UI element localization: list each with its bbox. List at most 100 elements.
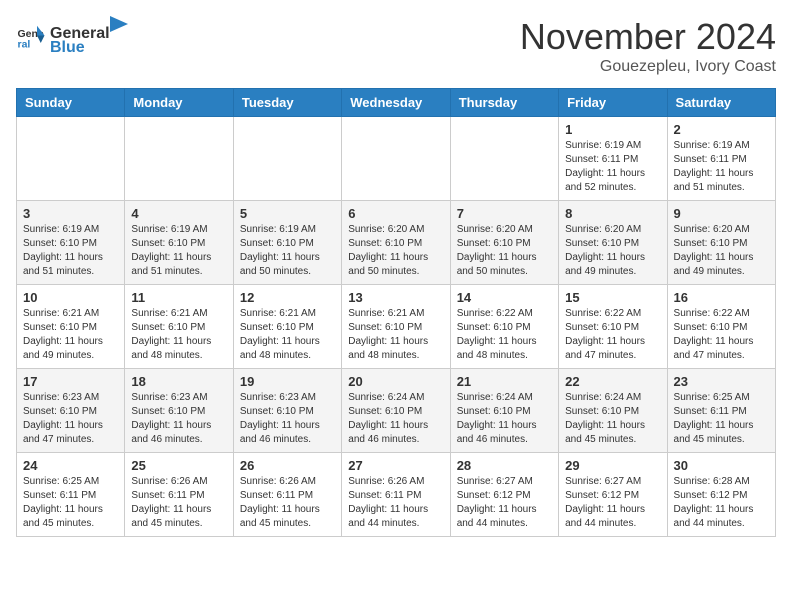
- day-number: 5: [240, 206, 335, 221]
- day-number: 3: [23, 206, 118, 221]
- day-info: Sunrise: 6:25 AM Sunset: 6:11 PM Dayligh…: [674, 391, 769, 447]
- day-info: Sunrise: 6:22 AM Sunset: 6:10 PM Dayligh…: [674, 307, 769, 363]
- calendar-table: SundayMondayTuesdayWednesdayThursdayFrid…: [16, 88, 776, 537]
- day-number: 30: [674, 458, 769, 473]
- calendar-cell: [233, 117, 341, 201]
- calendar-header-row: SundayMondayTuesdayWednesdayThursdayFrid…: [17, 89, 776, 117]
- day-number: 24: [23, 458, 118, 473]
- day-number: 18: [131, 374, 226, 389]
- day-number: 14: [457, 290, 552, 305]
- day-number: 25: [131, 458, 226, 473]
- calendar-cell: 11 Sunrise: 6:21 AM Sunset: 6:10 PM Dayl…: [125, 285, 233, 369]
- day-number: 8: [565, 206, 660, 221]
- calendar-cell: 5 Sunrise: 6:19 AM Sunset: 6:10 PM Dayli…: [233, 201, 341, 285]
- day-number: 29: [565, 458, 660, 473]
- calendar-cell: 26 Sunrise: 6:26 AM Sunset: 6:11 PM Dayl…: [233, 453, 341, 537]
- calendar-cell: 13 Sunrise: 6:21 AM Sunset: 6:10 PM Dayl…: [342, 285, 450, 369]
- day-info: Sunrise: 6:19 AM Sunset: 6:11 PM Dayligh…: [565, 139, 660, 195]
- day-info: Sunrise: 6:19 AM Sunset: 6:11 PM Dayligh…: [674, 139, 769, 195]
- day-info: Sunrise: 6:20 AM Sunset: 6:10 PM Dayligh…: [348, 223, 443, 279]
- day-info: Sunrise: 6:24 AM Sunset: 6:10 PM Dayligh…: [565, 391, 660, 447]
- day-info: Sunrise: 6:24 AM Sunset: 6:10 PM Dayligh…: [348, 391, 443, 447]
- weekday-header-tuesday: Tuesday: [233, 89, 341, 117]
- day-info: Sunrise: 6:20 AM Sunset: 6:10 PM Dayligh…: [565, 223, 660, 279]
- calendar-cell: 14 Sunrise: 6:22 AM Sunset: 6:10 PM Dayl…: [450, 285, 558, 369]
- day-info: Sunrise: 6:21 AM Sunset: 6:10 PM Dayligh…: [131, 307, 226, 363]
- weekday-header-friday: Friday: [559, 89, 667, 117]
- weekday-header-sunday: Sunday: [17, 89, 125, 117]
- calendar-cell: 25 Sunrise: 6:26 AM Sunset: 6:11 PM Dayl…: [125, 453, 233, 537]
- calendar-cell: 24 Sunrise: 6:25 AM Sunset: 6:11 PM Dayl…: [17, 453, 125, 537]
- day-number: 17: [23, 374, 118, 389]
- day-info: Sunrise: 6:22 AM Sunset: 6:10 PM Dayligh…: [457, 307, 552, 363]
- calendar-cell: 9 Sunrise: 6:20 AM Sunset: 6:10 PM Dayli…: [667, 201, 775, 285]
- day-number: 13: [348, 290, 443, 305]
- calendar-cell: 15 Sunrise: 6:22 AM Sunset: 6:10 PM Dayl…: [559, 285, 667, 369]
- calendar-cell: 2 Sunrise: 6:19 AM Sunset: 6:11 PM Dayli…: [667, 117, 775, 201]
- day-number: 7: [457, 206, 552, 221]
- day-number: 21: [457, 374, 552, 389]
- day-number: 2: [674, 122, 769, 137]
- day-number: 1: [565, 122, 660, 137]
- svg-text:ral: ral: [18, 38, 31, 50]
- calendar-cell: 23 Sunrise: 6:25 AM Sunset: 6:11 PM Dayl…: [667, 369, 775, 453]
- day-number: 28: [457, 458, 552, 473]
- day-info: Sunrise: 6:19 AM Sunset: 6:10 PM Dayligh…: [131, 223, 226, 279]
- calendar-week-row: 1 Sunrise: 6:19 AM Sunset: 6:11 PM Dayli…: [17, 117, 776, 201]
- day-info: Sunrise: 6:27 AM Sunset: 6:12 PM Dayligh…: [457, 475, 552, 531]
- calendar-cell: 4 Sunrise: 6:19 AM Sunset: 6:10 PM Dayli…: [125, 201, 233, 285]
- calendar-cell: 12 Sunrise: 6:21 AM Sunset: 6:10 PM Dayl…: [233, 285, 341, 369]
- calendar-cell: 28 Sunrise: 6:27 AM Sunset: 6:12 PM Dayl…: [450, 453, 558, 537]
- page-header: Gene ral General Blue November 2024 Goue…: [16, 16, 776, 76]
- day-info: Sunrise: 6:23 AM Sunset: 6:10 PM Dayligh…: [131, 391, 226, 447]
- day-number: 11: [131, 290, 226, 305]
- day-number: 6: [348, 206, 443, 221]
- day-number: 16: [674, 290, 769, 305]
- calendar-cell: 18 Sunrise: 6:23 AM Sunset: 6:10 PM Dayl…: [125, 369, 233, 453]
- weekday-header-saturday: Saturday: [667, 89, 775, 117]
- calendar-week-row: 17 Sunrise: 6:23 AM Sunset: 6:10 PM Dayl…: [17, 369, 776, 453]
- calendar-week-row: 3 Sunrise: 6:19 AM Sunset: 6:10 PM Dayli…: [17, 201, 776, 285]
- calendar-cell: 6 Sunrise: 6:20 AM Sunset: 6:10 PM Dayli…: [342, 201, 450, 285]
- weekday-header-wednesday: Wednesday: [342, 89, 450, 117]
- day-number: 9: [674, 206, 769, 221]
- day-info: Sunrise: 6:26 AM Sunset: 6:11 PM Dayligh…: [240, 475, 335, 531]
- location-subtitle: Gouezepleu, Ivory Coast: [520, 58, 776, 76]
- calendar-cell: 27 Sunrise: 6:26 AM Sunset: 6:11 PM Dayl…: [342, 453, 450, 537]
- logo-wordmark: General Blue: [50, 16, 128, 57]
- weekday-header-thursday: Thursday: [450, 89, 558, 117]
- day-info: Sunrise: 6:21 AM Sunset: 6:10 PM Dayligh…: [23, 307, 118, 363]
- day-info: Sunrise: 6:20 AM Sunset: 6:10 PM Dayligh…: [457, 223, 552, 279]
- calendar-cell: [17, 117, 125, 201]
- day-info: Sunrise: 6:28 AM Sunset: 6:12 PM Dayligh…: [674, 475, 769, 531]
- calendar-cell: [125, 117, 233, 201]
- calendar-week-row: 10 Sunrise: 6:21 AM Sunset: 6:10 PM Dayl…: [17, 285, 776, 369]
- day-info: Sunrise: 6:23 AM Sunset: 6:10 PM Dayligh…: [240, 391, 335, 447]
- day-info: Sunrise: 6:20 AM Sunset: 6:10 PM Dayligh…: [674, 223, 769, 279]
- day-number: 26: [240, 458, 335, 473]
- day-info: Sunrise: 6:22 AM Sunset: 6:10 PM Dayligh…: [565, 307, 660, 363]
- day-info: Sunrise: 6:19 AM Sunset: 6:10 PM Dayligh…: [240, 223, 335, 279]
- day-info: Sunrise: 6:26 AM Sunset: 6:11 PM Dayligh…: [131, 475, 226, 531]
- logo: Gene ral General Blue: [16, 16, 128, 57]
- day-number: 23: [674, 374, 769, 389]
- day-info: Sunrise: 6:26 AM Sunset: 6:11 PM Dayligh…: [348, 475, 443, 531]
- calendar-cell: 17 Sunrise: 6:23 AM Sunset: 6:10 PM Dayl…: [17, 369, 125, 453]
- day-info: Sunrise: 6:19 AM Sunset: 6:10 PM Dayligh…: [23, 223, 118, 279]
- calendar-week-row: 24 Sunrise: 6:25 AM Sunset: 6:11 PM Dayl…: [17, 453, 776, 537]
- title-area: November 2024 Gouezepleu, Ivory Coast: [520, 16, 776, 76]
- calendar-cell: 21 Sunrise: 6:24 AM Sunset: 6:10 PM Dayl…: [450, 369, 558, 453]
- calendar-cell: 22 Sunrise: 6:24 AM Sunset: 6:10 PM Dayl…: [559, 369, 667, 453]
- day-number: 27: [348, 458, 443, 473]
- weekday-header-monday: Monday: [125, 89, 233, 117]
- day-number: 12: [240, 290, 335, 305]
- day-info: Sunrise: 6:25 AM Sunset: 6:11 PM Dayligh…: [23, 475, 118, 531]
- day-number: 4: [131, 206, 226, 221]
- calendar-cell: 30 Sunrise: 6:28 AM Sunset: 6:12 PM Dayl…: [667, 453, 775, 537]
- day-number: 10: [23, 290, 118, 305]
- day-number: 22: [565, 374, 660, 389]
- calendar-cell: 7 Sunrise: 6:20 AM Sunset: 6:10 PM Dayli…: [450, 201, 558, 285]
- calendar-cell: 16 Sunrise: 6:22 AM Sunset: 6:10 PM Dayl…: [667, 285, 775, 369]
- day-number: 20: [348, 374, 443, 389]
- day-number: 19: [240, 374, 335, 389]
